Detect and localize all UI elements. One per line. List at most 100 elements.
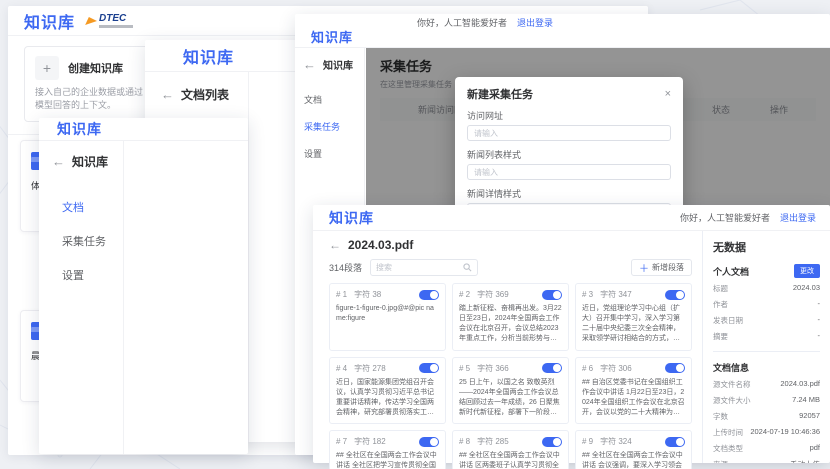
field-label-detail-style: 新闻详情样式 (467, 187, 671, 200)
enable-toggle[interactable] (419, 437, 439, 447)
doc-type-label: 个人文档 (713, 265, 749, 278)
paragraph-text: ## 全社区在全国两会工作会议中讲话 区两委班子认真学习贯彻全国两会精神，结合实… (459, 451, 562, 469)
char-count: 字符 369 (477, 289, 509, 300)
paragraph-index: # 3 (582, 290, 593, 299)
meta-value: - (818, 299, 821, 310)
doc-list-title: 文档列表 (181, 86, 229, 103)
info-value: 92057 (799, 411, 820, 422)
meta-key: 作者 (713, 299, 728, 310)
dtec-brand-logo: DTEC (87, 14, 133, 28)
char-count: 字符 182 (354, 436, 386, 447)
paragraph-card[interactable]: # 6字符 306## 自治区党委书记在全国组织工作会议中讲话 1月22日至23… (575, 357, 692, 425)
char-count: 字符 324 (600, 436, 632, 447)
paragraph-index: # 5 (459, 364, 470, 373)
meta-value: - (818, 331, 821, 342)
window-doc-detail: 知识库 你好，人工智能爱好者 退出登录 ← 2024.03.pdf 314段落 … (313, 205, 830, 463)
list-style-input[interactable] (467, 164, 671, 180)
enable-toggle[interactable] (542, 290, 562, 300)
meta-key: 发表日期 (713, 315, 743, 326)
info-key: 文档类型 (713, 443, 743, 454)
app-logo: 知识库 (39, 119, 102, 139)
enable-toggle[interactable] (419, 290, 439, 300)
info-value: 7.24 MB (792, 395, 820, 406)
plus-icon: + (35, 56, 59, 80)
char-count: 字符 347 (600, 289, 632, 300)
paragraph-grid: # 1 字符 38 figure-1-figure-0.jpg@#@pic name… (329, 283, 692, 469)
meta-key: 标题 (713, 283, 728, 294)
paragraph-card[interactable]: # 8 字符 285 ## 全社区在全国两会工作会议中讲话 区两委班子认真学习贯彻全… (452, 430, 569, 469)
paragraph-text: ## 全社区在全国两会工作会议中讲话 会议强调，要深入学习领会习近平总书记重要讲… (582, 451, 685, 469)
info-key: 源文件名称 (713, 379, 751, 390)
enable-toggle[interactable] (542, 437, 562, 447)
paragraph-index: # 2 (459, 290, 470, 299)
user-greeting: 你好，人工智能爱好者 (680, 211, 770, 224)
back-icon[interactable]: ← (303, 57, 316, 72)
paragraph-count: 314段落 (329, 261, 362, 274)
info-value: 手动上传 (790, 459, 820, 463)
paragraph-card[interactable]: # 4字符 278近日，国家能源集团党组召开会议，认真学习贯彻习近平总书记重要讲… (329, 357, 446, 425)
url-input[interactable] (467, 125, 671, 141)
char-count: 字符 38 (354, 289, 381, 300)
close-icon[interactable]: × (665, 88, 671, 100)
enable-toggle[interactable] (542, 363, 562, 373)
paragraph-card[interactable]: # 5字符 36625 日上午，以国之名 致敬英烈——2024年全国两会工作会议… (452, 357, 569, 425)
user-greeting: 你好，人工智能爱好者 (417, 16, 507, 29)
sidebar-divider (123, 141, 124, 454)
brand-text: DTEC (99, 14, 133, 24)
plus-icon: ＋ (639, 260, 649, 275)
paragraph-card[interactable]: # 9字符 324## 全社区在全国两会工作会议中讲话 会议强调，要深入学习领会… (575, 430, 692, 469)
info-key: 上传时间 (713, 427, 743, 438)
enable-toggle[interactable] (665, 437, 685, 447)
nav-settings[interactable]: 设置 (295, 140, 364, 167)
document-title: 2024.03.pdf (348, 238, 413, 252)
field-label-url: 访问网址 (467, 109, 671, 122)
nav-collect-tasks[interactable]: 采集任务 (295, 113, 364, 140)
info-value: 2024.03.pdf (780, 379, 820, 390)
kb-back-title: 知识库 (72, 153, 108, 170)
app-logo: 知识库 (295, 27, 353, 46)
paragraph-index: # 4 (336, 364, 347, 373)
paragraph-card[interactable]: # 7字符 182## 全社区在全国两会工作会议中讲话 全社区把学习宣传贯彻全国… (329, 430, 446, 469)
app-logo: 知识库 (329, 208, 374, 228)
nav-collect-tasks[interactable]: 采集任务 (39, 224, 248, 258)
nav-settings[interactable]: 设置 (39, 258, 248, 292)
edit-metadata-button[interactable]: 更改 (794, 264, 820, 278)
back-icon[interactable]: ← (329, 238, 341, 252)
metadata-sidebar: 无数据 个人文档 更改 标题2024.03 作者- 发表日期- 摘要- 文档信息… (702, 231, 830, 463)
paragraph-index: # 1 (336, 290, 347, 299)
meta-value: 2024.03 (793, 283, 820, 294)
divider (713, 351, 820, 352)
paragraph-text: 25 日上午，以国之名 致敬英烈——2024年全国两会工作会议总结回顾过去一年成… (459, 378, 562, 419)
add-paragraph-button[interactable]: ＋ 新增段落 (631, 259, 692, 276)
paragraph-card[interactable]: # 2 字符 369 踏上新征程、奋楫再出发。3月22日至23日，2024年全国两会… (452, 283, 569, 351)
search-icon (463, 263, 472, 272)
search-input[interactable] (376, 263, 463, 272)
char-count: 字符 306 (600, 363, 632, 374)
info-key: 源文件大小 (713, 395, 751, 406)
modal-title: 新建采集任务 (467, 86, 533, 102)
enable-toggle[interactable] (665, 363, 685, 373)
paragraph-index: # 8 (459, 437, 470, 446)
doc-info-title: 文档信息 (713, 361, 749, 374)
info-value: pdf (810, 443, 820, 454)
back-icon[interactable]: ← (52, 154, 65, 169)
nav-documents[interactable]: 文档 (39, 190, 248, 224)
logout-link[interactable]: 退出登录 (780, 211, 816, 224)
search-box[interactable] (370, 259, 478, 276)
enable-toggle[interactable] (665, 290, 685, 300)
paragraph-text: 近日，党组理论学习中心组（扩大）召开集中学习，深入学习第二十届中央纪委三次全会精… (582, 304, 685, 345)
enable-toggle[interactable] (419, 363, 439, 373)
paragraph-text: figure-1-figure-0.jpg@#@pic name:figure (336, 304, 439, 324)
paragraph-text: 近日，国家能源集团党组召开会议，认真学习贯彻习近平总书记重要讲话精神，传达学习全… (336, 378, 439, 419)
paragraph-card[interactable]: # 1 字符 38 figure-1-figure-0.jpg@#@pic name… (329, 283, 446, 351)
sidebar-divider (248, 72, 249, 442)
char-count: 字符 285 (477, 436, 509, 447)
app-logo: 知识库 (24, 9, 75, 33)
back-icon[interactable]: ← (161, 87, 174, 102)
nav-documents[interactable]: 文档 (295, 86, 364, 113)
meta-key: 摘要 (713, 331, 728, 342)
logout-link[interactable]: 退出登录 (517, 16, 553, 29)
nodata-label: 无数据 (713, 239, 820, 255)
paragraph-card[interactable]: # 3 字符 347 近日，党组理论学习中心组（扩大）召开集中学习，深入学习第二十届… (575, 283, 692, 351)
paragraph-text: 踏上新征程、奋楫再出发。3月22日至23日，2024年全国两会工作会议在北京召开… (459, 304, 562, 345)
